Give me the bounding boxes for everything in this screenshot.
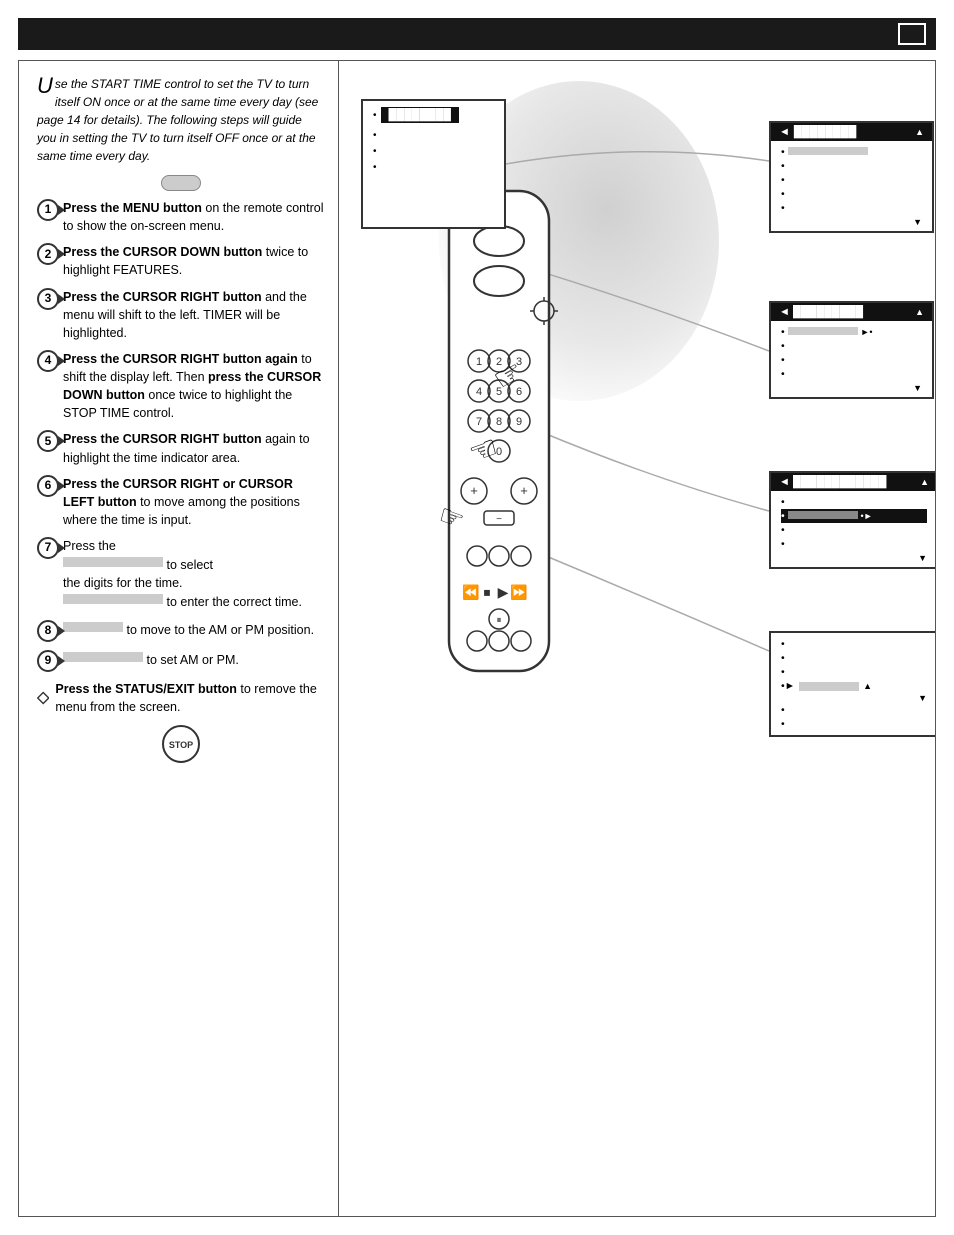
- step-6: 6 Press the CURSOR RIGHT or CURSOR LEFT …: [37, 475, 324, 529]
- menu-4-item4: •: [781, 537, 927, 551]
- menu-3-items: • ►• • • • ▼: [771, 321, 932, 397]
- svg-text:▶: ▶: [498, 584, 509, 600]
- step-8-number: 8: [37, 620, 59, 642]
- menu-3-item2: •: [781, 339, 922, 353]
- menu-box-2: ◄████████ ▲ • • • • • ▼: [769, 121, 934, 233]
- menu-2-item4: •: [781, 187, 922, 201]
- menu-box-1: • ████████ • • •: [361, 99, 506, 229]
- step-9: 9 to set AM or PM.: [37, 650, 324, 672]
- menu-5-arrow-down: ▼: [781, 693, 927, 703]
- menu-5-item1: •: [781, 637, 927, 651]
- svg-text:4: 4: [476, 386, 482, 398]
- step-2-number: 2: [37, 243, 59, 265]
- step-6-text: Press the CURSOR RIGHT or CURSOR LEFT bu…: [63, 475, 324, 529]
- menu-2-arrow-down: ▼: [781, 215, 922, 227]
- step-7: 7 Press the to select the digits for the…: [37, 537, 324, 612]
- menu-5-items: • • • •► ▲ ▼ • •: [771, 633, 935, 735]
- menu-2-item3: •: [781, 173, 922, 187]
- step-4-text: Press the CURSOR RIGHT button again to s…: [63, 350, 324, 423]
- menu-1-item3: •: [373, 143, 494, 159]
- step-2: 2 Press the CURSOR DOWN button twice to …: [37, 243, 324, 279]
- stop-button-icon: STOP: [161, 724, 201, 764]
- step-3-text: Press the CURSOR RIGHT button and the me…: [63, 288, 324, 342]
- menu-1-highlighted: • ████████: [373, 107, 494, 123]
- menu-2-items: • • • • • ▼: [771, 141, 932, 231]
- menu-4-items: • • •► • • ▼: [771, 491, 935, 567]
- header-bar: [18, 18, 936, 50]
- step-9-text: to set AM or PM.: [63, 650, 324, 669]
- menu-3-arrow-down: ▼: [781, 381, 922, 393]
- intro-text: U se the START TIME control to set the T…: [37, 75, 324, 165]
- step-5-text: Press the CURSOR RIGHT button again to h…: [63, 430, 324, 466]
- menu-box-3: ◄ █████████ ▲ • ►• • • • ▼: [769, 301, 934, 399]
- step-5-number: 5: [37, 430, 59, 452]
- menu-4-title: ◄ ████████████ ▲: [771, 473, 935, 491]
- menu-4-item3: •: [781, 523, 927, 537]
- menu-3-item1: • ►•: [781, 325, 922, 339]
- step-1-number: 1: [37, 199, 59, 221]
- step-6-number: 6: [37, 475, 59, 497]
- menu-3-item3: •: [781, 353, 922, 367]
- step-7-text: Press the to select the digits for the t…: [63, 537, 324, 612]
- final-step: Press the STATUS/EXIT button to remove t…: [37, 680, 324, 716]
- step-8-text: to move to the AM or PM position.: [63, 620, 324, 639]
- step-3: 3 Press the CURSOR RIGHT button and the …: [37, 288, 324, 342]
- step-2-text: Press the CURSOR DOWN button twice to hi…: [63, 243, 324, 279]
- big-letter: U: [37, 75, 53, 97]
- menu-4-item1: •: [781, 495, 927, 509]
- menu-1-content: • ████████ • • •: [363, 101, 504, 181]
- menu-1-item4: •: [373, 159, 494, 175]
- menu-5-item3: •: [781, 665, 927, 679]
- remote-control-svg: 1 2 3 4 5 6 7 8 9 0 + + −: [399, 181, 599, 781]
- main-content: U se the START TIME control to set the T…: [18, 60, 936, 1217]
- svg-text:STOP: STOP: [168, 740, 192, 750]
- svg-text:8: 8: [496, 416, 502, 428]
- step-1-text: Press the MENU button on the remote cont…: [63, 199, 324, 235]
- svg-text:−: −: [496, 514, 502, 525]
- menu-2-title: ◄████████ ▲: [771, 123, 932, 141]
- menu-4-item2-highlighted: • •►: [781, 509, 927, 523]
- left-panel: U se the START TIME control to set the T…: [19, 61, 339, 1216]
- menu-3-title: ◄ █████████ ▲: [771, 303, 932, 321]
- menu-2-item1: •: [781, 145, 922, 159]
- step-4: 4 Press the CURSOR RIGHT button again to…: [37, 350, 324, 423]
- menu-3-item4: •: [781, 367, 922, 381]
- menu-5-item5: •: [781, 703, 927, 717]
- step-1: 1 Press the MENU button on the remote co…: [37, 199, 324, 235]
- page-number-box: [898, 23, 926, 45]
- step-3-number: 3: [37, 288, 59, 310]
- menu-5-item2: •: [781, 651, 927, 665]
- menu-5-item6: •: [781, 717, 927, 731]
- svg-text:1: 1: [476, 356, 482, 368]
- step-9-number: 9: [37, 650, 59, 672]
- step-4-number: 4: [37, 350, 59, 372]
- svg-text:⏸: ⏸: [497, 615, 502, 626]
- menu-box-5: • • • •► ▲ ▼ • •: [769, 631, 935, 737]
- step-7-number: 7: [37, 537, 59, 559]
- svg-text:⏹: ⏹: [484, 584, 491, 600]
- menu-4-arrow-down: ▼: [781, 551, 927, 563]
- step-5: 5 Press the CURSOR RIGHT button again to…: [37, 430, 324, 466]
- svg-text:⏩: ⏩: [510, 584, 527, 601]
- menu-5-item4-time: •► ▲: [781, 679, 927, 693]
- remote-icon-small: [161, 175, 201, 191]
- menu-box-4: ◄ ████████████ ▲ • • •► • • ▼: [769, 471, 935, 569]
- diamond-icon: [37, 689, 49, 707]
- svg-text:⏪: ⏪: [462, 584, 479, 601]
- svg-text:9: 9: [516, 416, 522, 428]
- intro-body: se the START TIME control to set the TV …: [37, 77, 318, 163]
- menu-1-item2: •: [373, 127, 494, 143]
- svg-text:7: 7: [476, 416, 482, 428]
- final-step-text: Press the STATUS/EXIT button to remove t…: [55, 680, 324, 716]
- menu-2-item5: •: [781, 201, 922, 215]
- svg-text:+: +: [520, 483, 528, 498]
- step-8: 8 to move to the AM or PM position.: [37, 620, 324, 642]
- menu-2-item2: •: [781, 159, 922, 173]
- svg-text:+: +: [470, 483, 478, 498]
- right-panel: • ████████ • • • ◄████████ ▲ • • • • • ▼: [339, 61, 935, 1216]
